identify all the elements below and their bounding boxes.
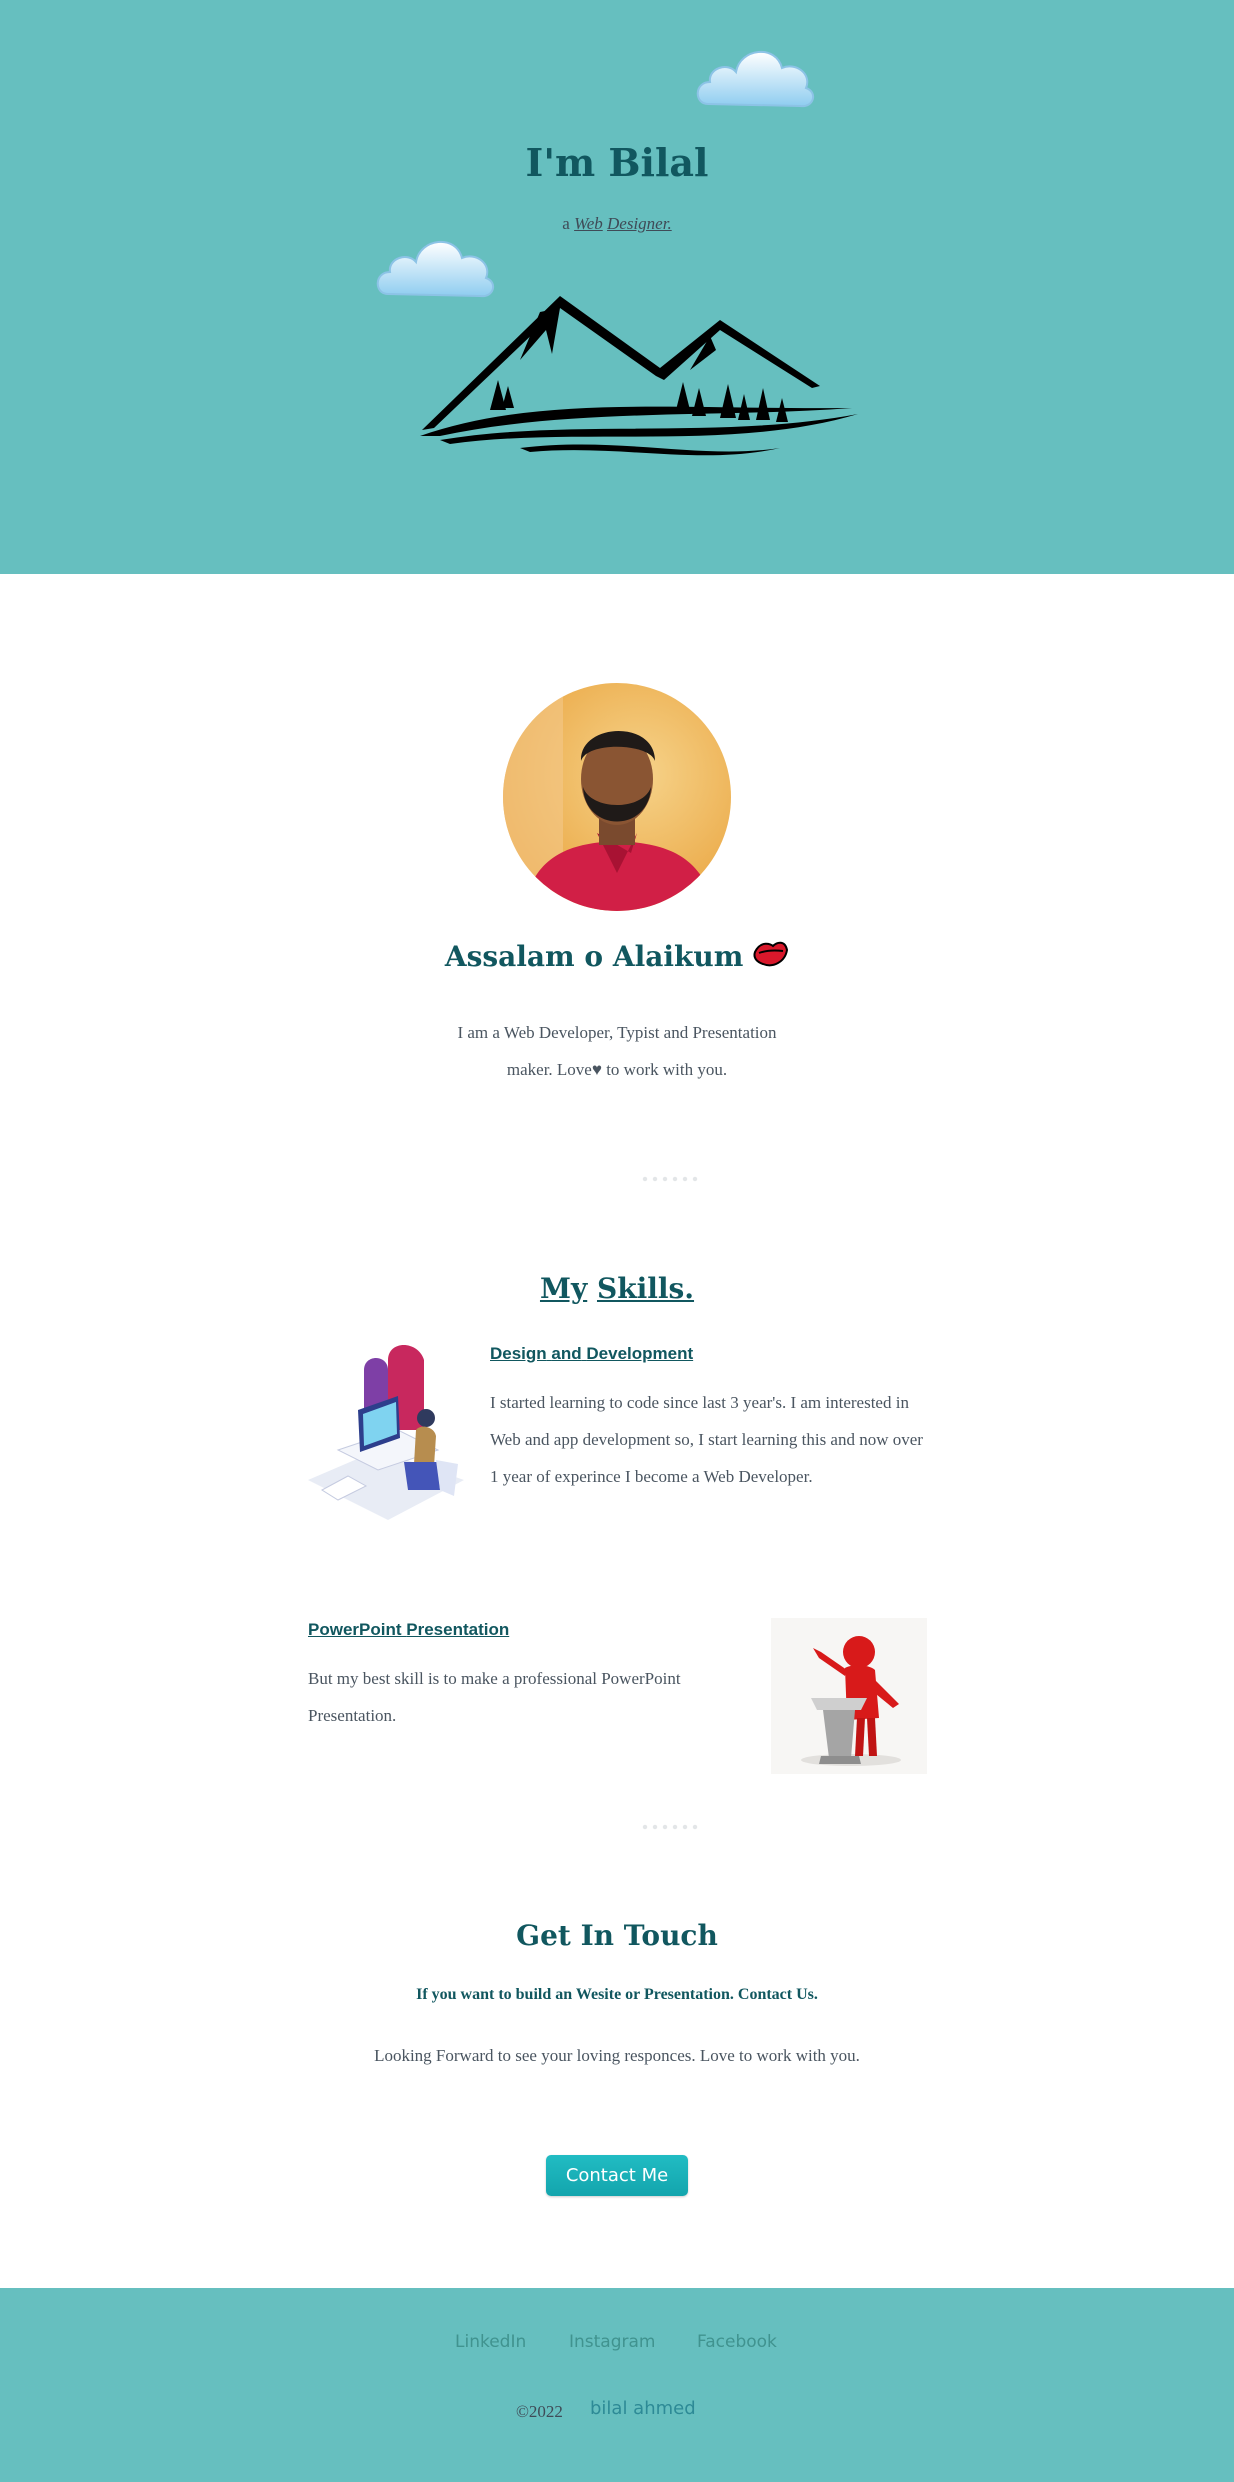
tagline-word: Designer. (607, 214, 672, 233)
tagline-word: Web (574, 214, 603, 233)
skill-description: I started learning to code since last 3 … (490, 1393, 923, 1486)
skill-description: But my best skill is to make a professio… (308, 1669, 681, 1725)
title-word: Presentation (406, 1620, 510, 1639)
title-word: Design (490, 1344, 547, 1363)
contact-subtitle: If you want to build an Wesite or Presen… (416, 1986, 818, 2003)
greeting-text: Assalam o Alaikum (444, 940, 744, 973)
profile-photo (503, 683, 731, 911)
title-word: and (551, 1344, 582, 1363)
footer-link-instagram[interactable]: Instagram (569, 2332, 656, 2352)
tagline-prefix: a (562, 214, 570, 233)
hero-section: I'm Bilal a Web Designer. (0, 0, 1234, 574)
footer-link-facebook[interactable]: Facebook (697, 2332, 777, 2352)
dots-divider (640, 1824, 702, 1830)
developer-illustration (308, 1345, 464, 1520)
title-word: My (539, 1272, 588, 1305)
title-word: PowerPoint (308, 1620, 402, 1639)
author-name: bilal ahmed (590, 2398, 696, 2419)
hero-tagline: a Web Designer. (0, 214, 1234, 234)
intro-text: I am a Web Developer, Typist and Present… (457, 1023, 777, 1079)
skill-title: Design and Development (490, 1344, 693, 1364)
skills-title: My Skills. (0, 1272, 1234, 1305)
dots-divider (640, 1176, 702, 1182)
cloud-icon (696, 51, 815, 108)
lips-icon (753, 941, 789, 967)
skill-title: PowerPoint Presentation (308, 1620, 509, 1640)
hero-title: I'm Bilal (525, 140, 709, 185)
contact-title: Get In Touch (516, 1919, 718, 1952)
title-word: Skills. (596, 1272, 695, 1305)
presenter-illustration (771, 1618, 927, 1774)
mountain-illustration (420, 296, 858, 456)
contact-text: Looking Forward to see your loving respo… (374, 2046, 860, 2065)
contact-me-button[interactable]: Contact Me (546, 2155, 688, 2196)
title-word: Development (586, 1344, 694, 1363)
greeting-heading: Assalam o Alaikum (0, 940, 1234, 973)
footer-link-linkedin[interactable]: LinkedIn (455, 2332, 526, 2352)
copyright-text: ©2022 (516, 2402, 563, 2421)
footer: LinkedIn Instagram Facebook ©2022 bilal … (0, 2288, 1234, 2482)
